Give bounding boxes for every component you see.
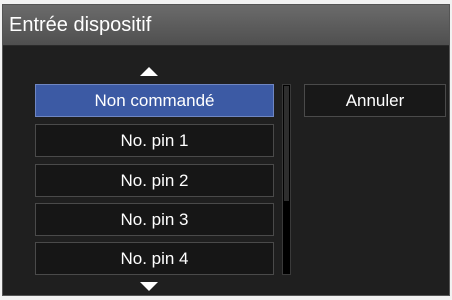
cancel-button[interactable]: Annuler [304, 84, 446, 117]
list-item-label: No. pin 3 [120, 209, 189, 229]
list-item-label: No. pin 4 [120, 248, 189, 268]
list-item-non-commande[interactable]: Non commandé [35, 84, 274, 117]
list-scrollbar[interactable] [282, 84, 291, 275]
scroll-down-icon[interactable] [140, 282, 158, 291]
list-item-pin-4[interactable]: No. pin 4 [35, 242, 274, 275]
list-item-pin-1[interactable]: No. pin 1 [35, 124, 274, 157]
device-input-dialog: Entrée dispositif Non commandé No. pin 1… [2, 4, 450, 296]
list-item-pin-2[interactable]: No. pin 2 [35, 164, 274, 197]
title-bar: Entrée dispositif [3, 5, 449, 46]
cancel-button-label: Annuler [345, 90, 405, 110]
scroll-up-icon[interactable] [140, 67, 158, 76]
list-item-pin-3[interactable]: No. pin 3 [35, 203, 274, 236]
list-item-label: No. pin 2 [120, 170, 189, 190]
dialog-title: Entrée dispositif [9, 14, 152, 36]
list-item-label: Non commandé [94, 90, 215, 110]
list-item-label: No. pin 1 [120, 130, 189, 150]
scrollbar-thumb[interactable] [284, 86, 289, 201]
